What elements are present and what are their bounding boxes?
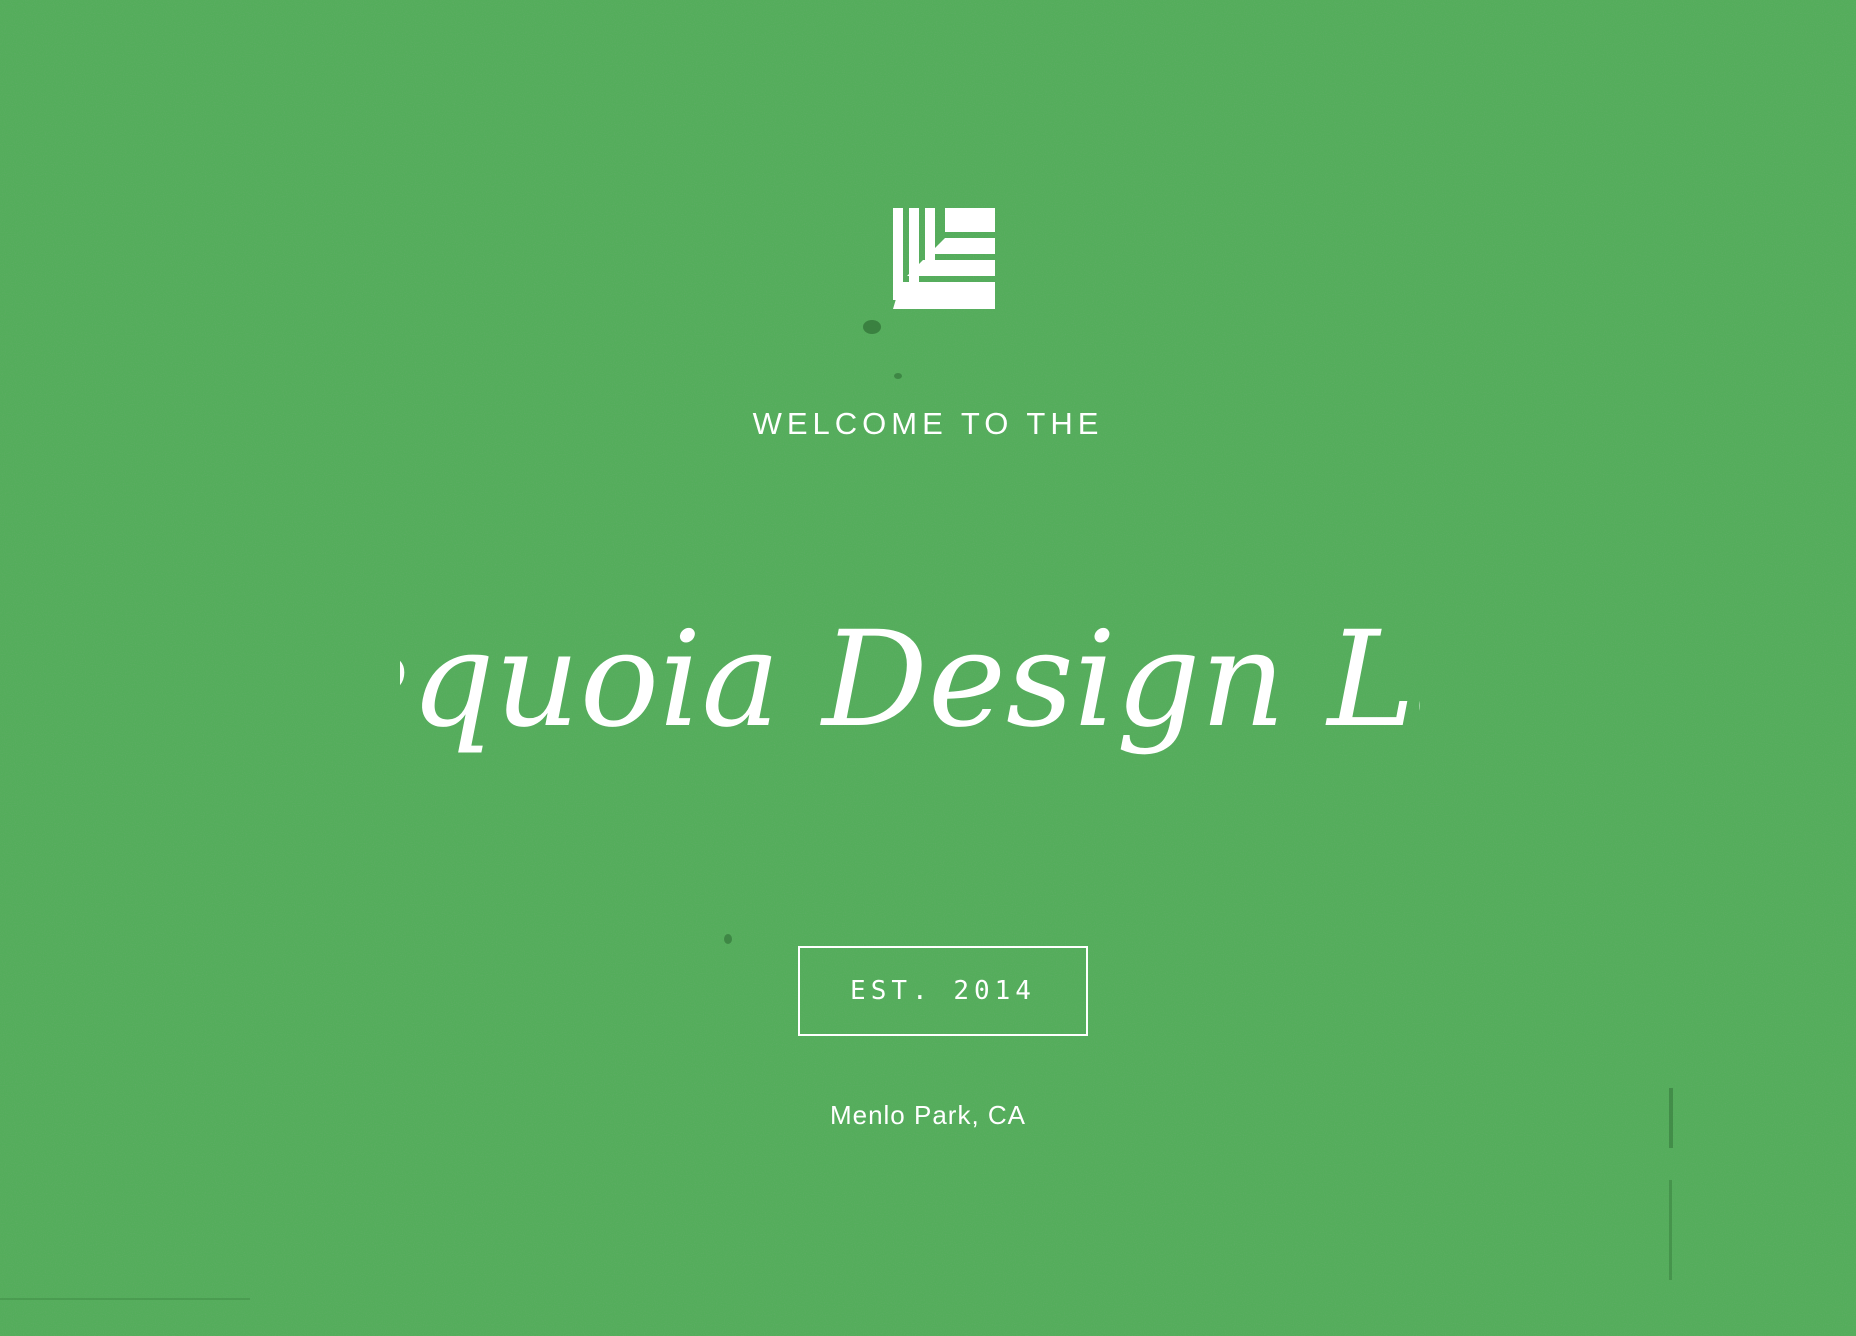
established-badge: EST. 2014 [798,946,1088,1036]
lab-name-text: Sequoia Design Lab [400,603,1420,757]
lab-logo-icon [893,208,995,310]
welcome-heading: WELCOME TO THE [752,406,1104,441]
lab-name-script-title: Sequoia Design Lab [400,603,1420,757]
location-text: Menlo Park, CA [829,1100,1027,1130]
